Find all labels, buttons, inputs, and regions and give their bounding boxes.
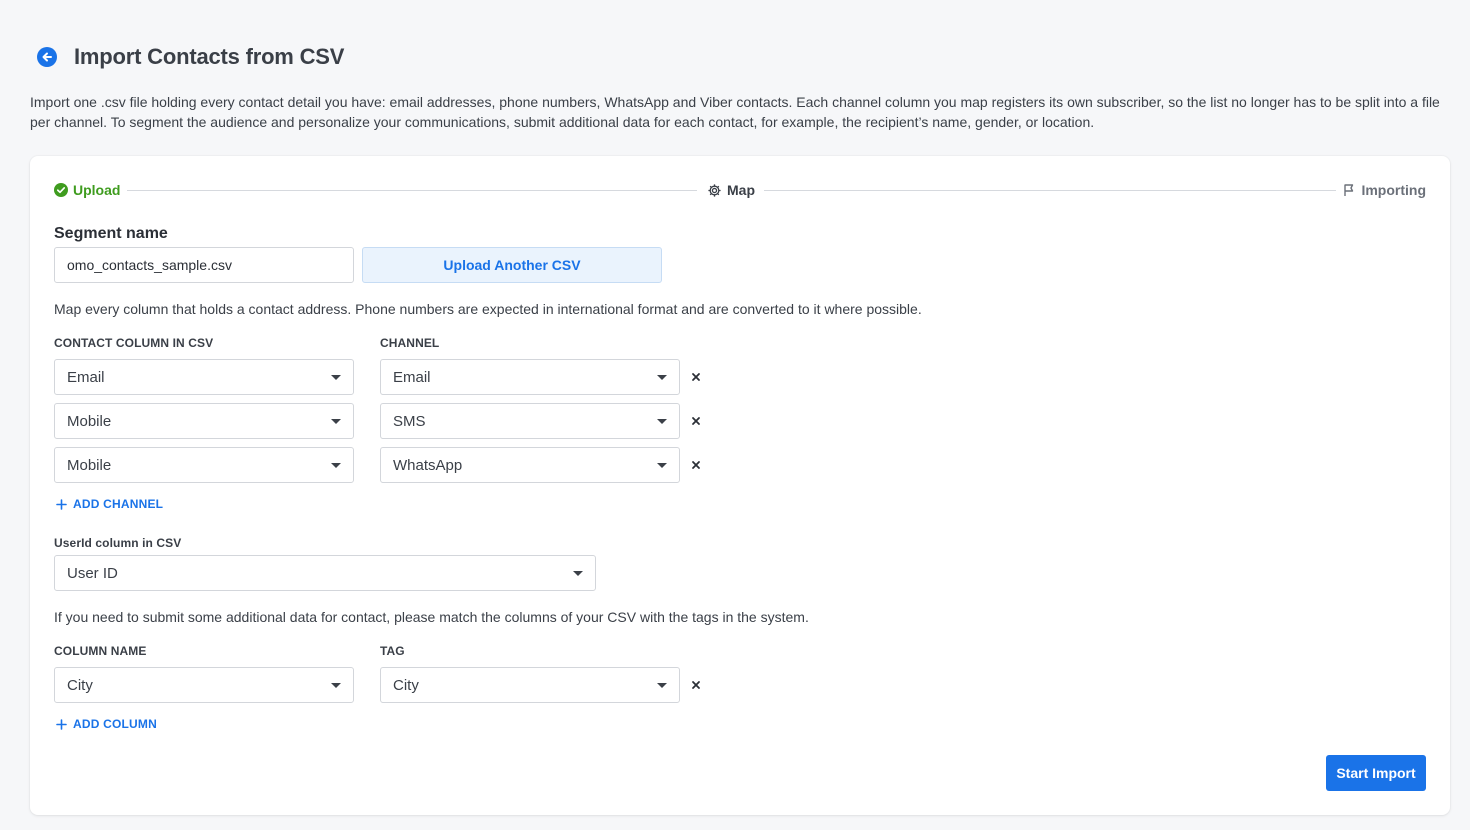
- segment-name-input[interactable]: [54, 247, 354, 283]
- select-value: Mobile: [67, 456, 112, 474]
- channel-select[interactable]: SMS: [380, 403, 680, 439]
- caret-down-icon: [331, 374, 341, 380]
- channel-header: CHANNEL: [380, 336, 440, 350]
- step-importing: Importing: [1342, 180, 1426, 200]
- caret-down-icon: [657, 418, 667, 424]
- segment-name-label: Segment name: [54, 225, 168, 242]
- tag-select[interactable]: City: [380, 667, 680, 703]
- column-name-select[interactable]: City: [54, 667, 354, 703]
- step-map-label: Map: [727, 182, 755, 198]
- step-map: Map: [707, 180, 755, 200]
- channel-select[interactable]: WhatsApp: [380, 447, 680, 483]
- add-channel-button[interactable]: ADD CHANNEL: [56, 497, 163, 511]
- tag-header: TAG: [380, 644, 405, 658]
- caret-down-icon: [657, 682, 667, 688]
- close-icon: [692, 681, 700, 689]
- plus-icon: [56, 498, 67, 510]
- userid-select[interactable]: User ID: [54, 555, 596, 591]
- caret-down-icon: [331, 682, 341, 688]
- close-icon: [692, 461, 700, 469]
- back-button[interactable]: [37, 47, 57, 67]
- contact-column-select[interactable]: Mobile: [54, 403, 354, 439]
- caret-down-icon: [657, 462, 667, 468]
- mapping-hint: Map every column that holds a contact ad…: [54, 301, 922, 317]
- gear-icon: [708, 183, 721, 197]
- start-import-button[interactable]: Start Import: [1326, 755, 1426, 791]
- select-value: City: [67, 676, 93, 694]
- stepper: Upload Map Importing: [54, 180, 1426, 200]
- upload-another-csv-button[interactable]: Upload Another CSV: [362, 247, 662, 283]
- select-value: Email: [393, 368, 431, 386]
- userid-label: UserId column in CSV: [54, 536, 182, 550]
- add-column-button[interactable]: ADD COLUMN: [56, 717, 157, 731]
- select-value: User ID: [67, 564, 118, 582]
- channel-select[interactable]: Email: [380, 359, 680, 395]
- step-upload-label: Upload: [73, 182, 121, 198]
- add-column-label: ADD COLUMN: [73, 717, 157, 731]
- import-card: Upload Map Importing Segment name Upload…: [30, 156, 1450, 815]
- remove-channel-button[interactable]: [688, 413, 704, 429]
- check-circle-icon: [54, 183, 68, 197]
- select-value: Mobile: [67, 412, 112, 430]
- intro-text: Import one .csv file holding every conta…: [30, 92, 1442, 132]
- caret-down-icon: [573, 570, 583, 576]
- contact-column-select[interactable]: Mobile: [54, 447, 354, 483]
- stepper-divider: [127, 190, 697, 191]
- select-value: City: [393, 676, 419, 694]
- caret-down-icon: [331, 418, 341, 424]
- select-value: Email: [67, 368, 105, 386]
- select-value: SMS: [393, 412, 426, 430]
- intro-line-1: Import one .csv file holding every conta…: [30, 94, 1440, 110]
- close-icon: [692, 417, 700, 425]
- step-upload: Upload: [54, 180, 120, 200]
- remove-column-button[interactable]: [688, 677, 704, 693]
- contact-column-header: CONTACT COLUMN IN CSV: [54, 336, 214, 350]
- additional-data-hint: If you need to submit some additional da…: [54, 609, 809, 625]
- select-value: WhatsApp: [393, 456, 463, 474]
- page-header: Import Contacts from CSV: [37, 44, 344, 70]
- remove-channel-button[interactable]: [688, 457, 704, 473]
- page-title: Import Contacts from CSV: [74, 44, 345, 69]
- add-channel-label: ADD CHANNEL: [73, 497, 164, 511]
- column-name-header: COLUMN NAME: [54, 644, 147, 658]
- caret-down-icon: [331, 462, 341, 468]
- intro-line-2: per channel. To segment the audience and…: [30, 114, 1095, 130]
- plus-icon: [56, 718, 67, 730]
- stepper-divider: [764, 190, 1336, 191]
- step-importing-label: Importing: [1361, 182, 1426, 198]
- close-icon: [692, 373, 700, 381]
- caret-down-icon: [657, 374, 667, 380]
- flag-icon: [1344, 184, 1354, 196]
- remove-channel-button[interactable]: [688, 369, 704, 385]
- contact-column-select[interactable]: Email: [54, 359, 354, 395]
- arrow-left-icon: [42, 52, 52, 62]
